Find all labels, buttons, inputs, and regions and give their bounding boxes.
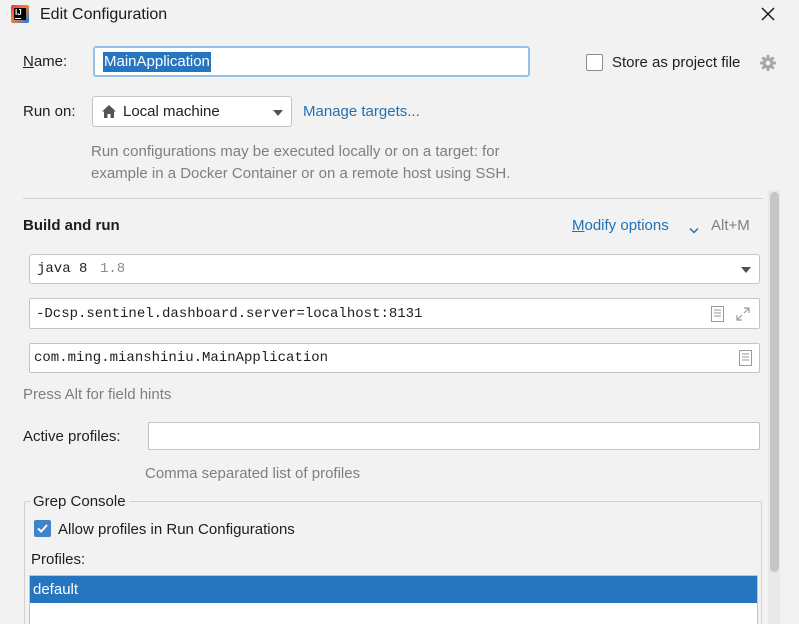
run-on-label: Run on:	[23, 103, 76, 120]
jdk-dropdown[interactable]: java 8 1.8	[29, 254, 760, 284]
active-profiles-input[interactable]	[148, 422, 760, 450]
home-icon	[102, 105, 116, 118]
active-profiles-hint: Comma separated list of profiles	[145, 465, 361, 482]
manage-targets-link[interactable]: Manage targets...	[303, 103, 420, 120]
modify-options-mnemonic: M	[572, 217, 585, 234]
build-and-run-heading: Build and run	[23, 217, 120, 234]
list-item[interactable]: default	[30, 576, 757, 603]
name-label-mnemonic: N	[23, 53, 34, 70]
run-on-hint-line2: example in a Docker Container or on a re…	[91, 165, 511, 182]
run-on-hint-line1: Run configurations may be executed local…	[91, 143, 500, 160]
name-input[interactable]: MainApplication	[93, 46, 530, 77]
profiles-label: Profiles:	[31, 551, 86, 568]
allow-profiles-checkbox[interactable]	[34, 520, 51, 537]
modify-options-link[interactable]: Modify options	[572, 217, 669, 234]
vm-options-value: -Dcsp.sentinel.dashboard.server=localhos…	[36, 306, 423, 322]
document-icon[interactable]	[739, 350, 752, 366]
window-title: Edit Configuration	[40, 6, 168, 23]
chevron-down-icon	[741, 267, 751, 273]
name-input-value: MainApplication	[103, 52, 211, 72]
document-icon[interactable]	[711, 306, 724, 322]
profile-item-label: default	[33, 581, 79, 598]
gear-icon[interactable]	[759, 54, 777, 72]
grep-console-legend: Grep Console	[30, 493, 129, 510]
vm-options-field[interactable]: -Dcsp.sentinel.dashboard.server=localhos…	[29, 298, 760, 329]
app-icon-label: IJ	[15, 8, 22, 17]
scrollbar-thumb[interactable]	[770, 192, 779, 572]
chevron-down-icon	[273, 110, 283, 116]
name-label: Name:	[23, 53, 67, 70]
modify-options-rest: odify options	[584, 217, 669, 234]
store-as-project-file-label: Store as project file	[612, 54, 741, 71]
chevron-down-icon	[689, 222, 699, 234]
active-profiles-label: Active profiles:	[23, 428, 121, 445]
jdk-version: 1.8	[100, 261, 126, 277]
name-label-rest: ame:	[33, 53, 68, 70]
field-hint: Press Alt for field hints	[23, 386, 172, 403]
jdk-name: java 8	[37, 261, 88, 277]
main-class-field[interactable]: com.ming.mianshiniu.MainApplication	[29, 343, 760, 373]
run-on-dropdown[interactable]: Local machine	[92, 96, 292, 127]
allow-profiles-label: Allow profiles in Run Configurations	[58, 521, 295, 538]
expand-icon[interactable]	[735, 306, 751, 322]
run-on-selected: Local machine	[123, 103, 220, 120]
intellij-app-icon: IJ	[11, 5, 29, 23]
close-icon[interactable]	[758, 4, 778, 24]
section-separator	[23, 198, 763, 199]
modify-options-shortcut: Alt+M	[711, 217, 750, 234]
store-as-project-file-checkbox[interactable]	[586, 54, 603, 71]
main-class-value: com.ming.mianshiniu.MainApplication	[34, 350, 329, 366]
